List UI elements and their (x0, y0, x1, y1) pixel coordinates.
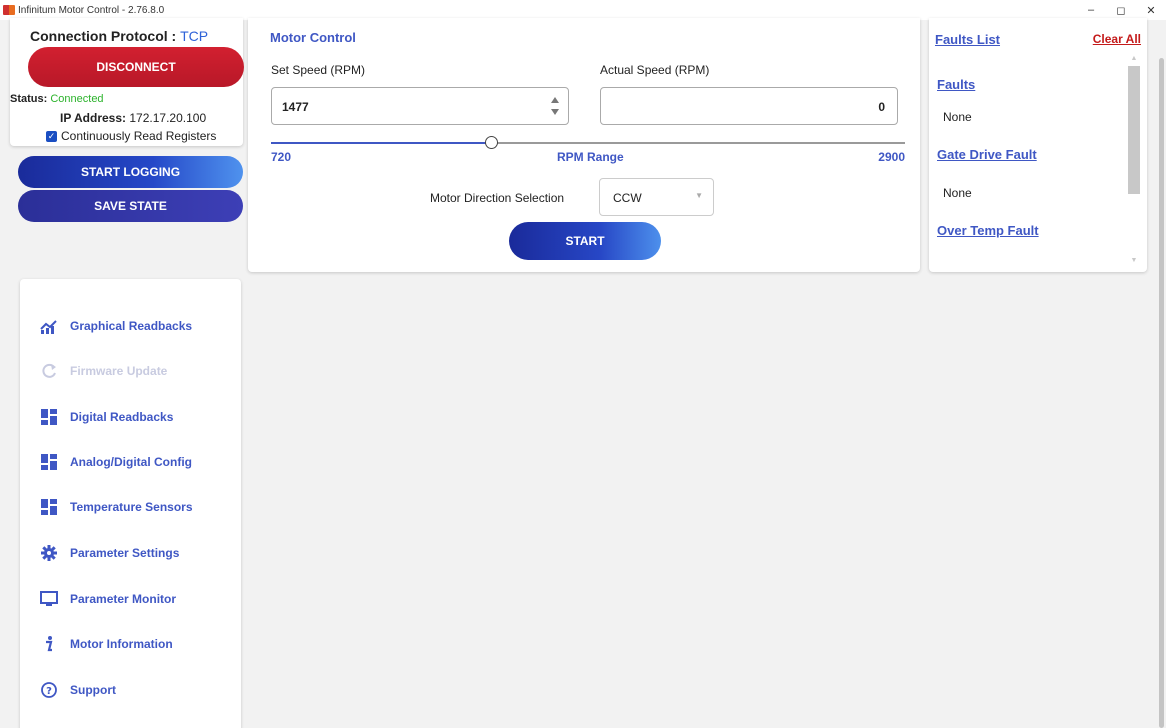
spin-up-icon[interactable] (551, 97, 559, 103)
checkbox-checked-icon[interactable]: ✓ (46, 130, 57, 142)
nav-item-graphical-readbacks[interactable]: Graphical Readbacks (40, 316, 192, 336)
dashboard-icon (40, 453, 58, 471)
help-icon: ? (40, 681, 58, 699)
chevron-down-icon: ▼ (695, 191, 703, 200)
info-icon (40, 635, 58, 653)
minimize-button[interactable]: – (1076, 0, 1106, 20)
start-logging-button[interactable]: START LOGGING (18, 156, 243, 188)
motor-direction-select[interactable]: CCW ▼ (599, 178, 714, 216)
svg-text:?: ? (46, 686, 52, 697)
faults-scrollbar-thumb[interactable] (1128, 66, 1140, 194)
monitor-icon (40, 590, 58, 608)
over-temp-fault-link[interactable]: Over Temp Fault (937, 223, 1039, 238)
nav-item-support[interactable]: ? Support (40, 680, 116, 700)
chart-icon (40, 317, 58, 335)
motor-direction-label: Motor Direction Selection (430, 191, 565, 205)
set-speed-input[interactable]: 1477 (271, 87, 569, 125)
nav-item-parameter-monitor[interactable]: Parameter Monitor (40, 589, 176, 609)
continuous-read-label: Continuously Read Registers (61, 129, 217, 143)
close-button[interactable]: ✕ (1136, 0, 1166, 20)
gate-drive-fault-link[interactable]: Gate Drive Fault (937, 147, 1037, 162)
rpm-slider-fill (271, 142, 492, 144)
faults-panel: Faults List Clear All Faults None Gate D… (929, 18, 1147, 272)
ip-address: IP Address: 172.17.20.100 (60, 111, 206, 125)
protocol-value: TCP (180, 28, 209, 44)
speed-spinner[interactable] (550, 97, 560, 115)
connection-status: Status: Connected (10, 93, 104, 105)
rpm-range-label: RPM Range (557, 150, 624, 164)
actual-speed-value: 0 (878, 100, 885, 114)
nav-item-motor-information[interactable]: Motor Information (40, 634, 173, 654)
window-title: Infinitum Motor Control - 2.76.8.0 (18, 4, 165, 16)
dashboard-icon (40, 498, 58, 516)
rpm-range-min: 720 (271, 150, 292, 164)
gate-drive-fault-value: None (943, 186, 972, 200)
nav-label: Firmware Update (70, 364, 168, 378)
motor-control-panel: Motor Control Set Speed (RPM) Actual Spe… (248, 18, 920, 272)
ip-value: 172.17.20.100 (129, 111, 207, 125)
rpm-slider[interactable] (271, 136, 905, 149)
faults-link[interactable]: Faults (937, 77, 975, 92)
set-speed-label: Set Speed (RPM) (271, 63, 366, 77)
status-label: Status: (10, 93, 48, 105)
nav-label: Motor Information (70, 637, 173, 651)
rpm-range-max: 2900 (878, 150, 905, 164)
ip-label: IP Address: (60, 111, 127, 125)
dashboard-icon (40, 408, 58, 426)
title-bar: Infinitum Motor Control - 2.76.8.0 – ◻ ✕ (0, 0, 1166, 20)
status-value: Connected (50, 93, 104, 105)
nav-label: Temperature Sensors (70, 500, 193, 514)
nav-label: Digital Readbacks (70, 410, 174, 424)
faults-list-link[interactable]: Faults List (935, 32, 1000, 47)
spin-down-icon[interactable] (551, 109, 559, 115)
connection-protocol: Connection Protocol : TCP (30, 28, 208, 44)
nav-item-digital-readbacks[interactable]: Digital Readbacks (40, 407, 173, 427)
start-button[interactable]: START (509, 222, 661, 260)
nav-label: Analog/Digital Config (70, 455, 192, 469)
scroll-down-icon[interactable]: ▼ (1127, 254, 1141, 266)
nav-item-temperature-sensors[interactable]: Temperature Sensors (40, 497, 193, 517)
nav-label: Support (70, 683, 116, 697)
restore-button[interactable]: ◻ (1106, 0, 1136, 20)
main-scrollbar-thumb[interactable] (1159, 58, 1164, 728)
gear-icon (40, 544, 58, 562)
motor-control-title: Motor Control (270, 30, 356, 45)
refresh-icon (40, 362, 58, 380)
clear-all-link[interactable]: Clear All (1093, 32, 1141, 46)
nav-item-firmware-update[interactable]: Firmware Update (40, 361, 167, 381)
continuous-read-checkbox[interactable]: ✓ Continuously Read Registers (46, 129, 216, 143)
window-controls: – ◻ ✕ (1076, 0, 1166, 20)
nav-label: Parameter Settings (70, 546, 180, 560)
disconnect-button[interactable]: DISCONNECT (28, 47, 244, 87)
nav-item-parameter-settings[interactable]: Parameter Settings (40, 543, 179, 563)
faults-value: None (943, 110, 972, 124)
scroll-up-icon[interactable]: ▲ (1127, 52, 1141, 64)
nav-item-analog-digital-config[interactable]: Analog/Digital Config (40, 452, 192, 472)
main-scrollbar[interactable] (1157, 20, 1166, 728)
actual-speed-field: 0 (600, 87, 898, 125)
nav-label: Graphical Readbacks (70, 319, 193, 333)
protocol-label: Connection Protocol : (30, 28, 177, 44)
save-state-button[interactable]: SAVE STATE (18, 190, 243, 222)
actual-speed-label: Actual Speed (RPM) (600, 63, 710, 77)
nav-label: Parameter Monitor (70, 592, 177, 606)
app-logo-icon (3, 5, 15, 15)
faults-scrollbar[interactable]: ▲ ▼ (1127, 52, 1141, 266)
set-speed-value: 1477 (282, 100, 309, 114)
rpm-slider-thumb[interactable] (485, 136, 499, 149)
connection-panel: Connection Protocol : TCP DISCONNECT Sta… (10, 18, 244, 146)
motor-direction-value: CCW (613, 191, 642, 205)
navigation-panel: Graphical Readbacks Firmware Update Digi… (20, 279, 241, 728)
